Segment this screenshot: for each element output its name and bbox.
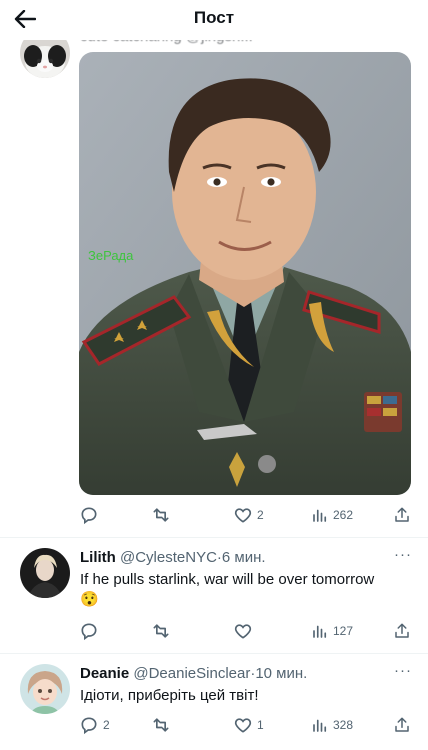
share-button[interactable] [393, 714, 411, 736]
share-button[interactable] [393, 504, 411, 526]
reply-icon [81, 717, 97, 735]
views-button[interactable]: 127 [311, 620, 353, 642]
share-icon [395, 507, 409, 522]
reply-actions: 2 1 328 [79, 714, 411, 736]
views-icon [313, 719, 327, 732]
reply-count: 2 [103, 718, 110, 732]
reply-button[interactable] [79, 620, 103, 642]
timestamp[interactable]: 10 мин. [255, 665, 307, 682]
share-icon [395, 623, 409, 638]
views-icon [313, 509, 327, 522]
repost-button[interactable] [151, 504, 175, 526]
reply-avatar[interactable] [20, 548, 70, 598]
surprised-emoji: 😯 [80, 591, 99, 608]
more-button[interactable]: ··· [394, 546, 412, 563]
lilith-avatar-image [20, 548, 70, 598]
like-icon [234, 624, 252, 639]
like-icon [234, 718, 252, 733]
user-name[interactable]: Lilith [80, 549, 116, 566]
like-count: 1 [257, 718, 264, 732]
repost-icon [153, 508, 169, 522]
more-icon: ··· [394, 546, 412, 563]
like-button[interactable]: 2 [233, 504, 264, 526]
timestamp[interactable]: 6 мин. [222, 549, 266, 566]
views-count: 127 [333, 624, 354, 638]
reply-text: If he pulls starlink, war will be over t… [80, 570, 420, 610]
deanie-avatar-image [20, 664, 70, 714]
repost-button[interactable] [151, 620, 175, 642]
reply-post[interactable]: Deanie @DeanieSinclear·10 мин. ··· Ідіот… [0, 654, 428, 750]
like-icon [234, 508, 252, 523]
repost-icon [153, 624, 169, 638]
share-icon [395, 717, 409, 732]
like-button[interactable]: 1 [233, 714, 264, 736]
page-title: Пост [193, 8, 235, 27]
repost-icon [153, 718, 169, 732]
reply-header: Deanie @DeanieSinclear·10 мин. [80, 665, 307, 682]
portrait-photo [79, 52, 411, 495]
like-button[interactable] [233, 620, 257, 642]
top-bar: Пост [0, 0, 428, 40]
repost-button[interactable] [151, 714, 175, 736]
share-button[interactable] [393, 620, 411, 642]
user-name[interactable]: Deanie [80, 665, 129, 682]
reply-actions: 127 [79, 620, 411, 642]
user-handle[interactable]: @DeanieSinclear [133, 665, 250, 682]
reply-body: If he pulls starlink, war will be over t… [80, 571, 375, 588]
reply-text: Ідіоти, приберіть цей твіт! [80, 686, 420, 706]
more-button[interactable]: ··· [394, 662, 412, 679]
more-icon: ··· [394, 662, 412, 679]
main-post[interactable]: cute catcharing @jingsh... [0, 0, 428, 540]
views-count: 262 [333, 508, 354, 522]
reply-header: Lilith @CylesteNYC·6 мин. [80, 549, 266, 566]
reply-icon [81, 507, 97, 525]
post-actions: 2 262 [79, 504, 411, 526]
post-image[interactable]: ЗеРада [79, 52, 411, 495]
views-count: 328 [333, 718, 354, 732]
views-button[interactable]: 328 [311, 714, 353, 736]
views-icon [313, 625, 327, 638]
reply-button[interactable]: 2 [79, 714, 110, 736]
reply-button[interactable] [79, 504, 103, 526]
user-handle[interactable]: @CylesteNYC [120, 549, 217, 566]
reply-avatar[interactable] [20, 664, 70, 714]
views-button[interactable]: 262 [311, 504, 353, 526]
like-count: 2 [257, 508, 264, 522]
watermark-text: ЗеРада [88, 248, 134, 263]
reply-body: Ідіоти, приберіть цей твіт! [80, 687, 259, 704]
reply-icon [81, 623, 97, 641]
reply-post[interactable]: Lilith @CylesteNYC·6 мин. ··· If he pull… [0, 538, 428, 654]
